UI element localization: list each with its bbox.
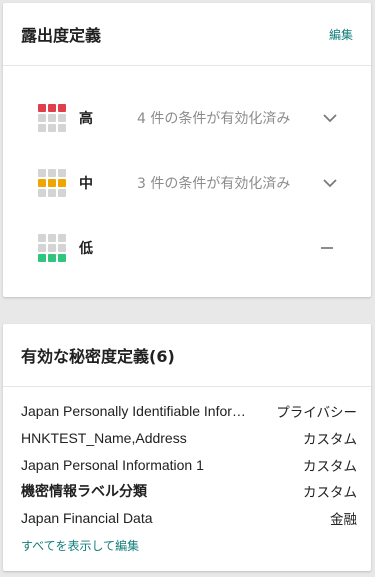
grid-cell	[58, 254, 66, 262]
list-item: Japan Financial Data 金融	[21, 505, 357, 532]
grid-cell	[38, 114, 46, 122]
list-item: Japan Personal Information 1 カスタム	[21, 451, 357, 478]
item-type: カスタム	[303, 432, 357, 449]
grid-cell	[38, 254, 46, 262]
exposure-level-medium[interactable]: 中 3 件の条件が有効化済み	[3, 163, 371, 203]
item-type: 金融	[330, 512, 357, 529]
list-item: HNKTEST_Name,Address カスタム	[21, 425, 357, 452]
exposure-level-high[interactable]: 高 4 件の条件が有効化済み	[3, 98, 371, 138]
exposure-card-title: 露出度定義	[21, 26, 102, 45]
grid-cell	[48, 169, 56, 177]
grid-cell	[38, 189, 46, 197]
grid-cell	[48, 189, 56, 197]
exposure-definition-card: 露出度定義 編集 高 4 件の条件が有効化済み 中 3 件の条件が有効化済み 低	[3, 3, 371, 297]
level-status-high: 4 件の条件が有効化済み	[137, 111, 291, 127]
medium-level-grid-icon	[38, 169, 66, 197]
high-level-grid-icon	[38, 104, 66, 132]
grid-cell	[38, 169, 46, 177]
level-label-medium: 中	[79, 176, 93, 192]
grid-cell	[38, 124, 46, 132]
item-type: カスタム	[303, 485, 357, 502]
grid-cell	[48, 254, 56, 262]
exposure-card-header: 露出度定義 編集	[3, 3, 371, 66]
exposure-level-low: 低	[3, 228, 371, 268]
chevron-down-icon[interactable]	[321, 109, 339, 127]
level-label-low: 低	[79, 241, 93, 257]
chevron-down-icon[interactable]	[321, 174, 339, 192]
grid-cell	[38, 234, 46, 242]
grid-cell	[58, 104, 66, 112]
grid-cell	[48, 244, 56, 252]
sensitivity-card-title: 有効な秘密度定義(6)	[21, 347, 175, 366]
grid-cell	[58, 169, 66, 177]
grid-cell	[38, 104, 46, 112]
item-name: Japan Personal Information 1	[21, 456, 204, 473]
item-type: プライバシー	[276, 405, 357, 422]
grid-cell	[48, 179, 56, 187]
item-name: Japan Personally Identifiable Informatio…	[21, 403, 253, 420]
list-item: Japan Personally Identifiable Informatio…	[21, 398, 357, 425]
level-label-high: 高	[79, 111, 93, 127]
item-type: カスタム	[303, 458, 357, 475]
grid-cell	[58, 189, 66, 197]
grid-cell	[58, 179, 66, 187]
sensitivity-list: Japan Personally Identifiable Informatio…	[21, 398, 357, 531]
grid-cell	[58, 234, 66, 242]
grid-cell	[38, 244, 46, 252]
item-name: 機密情報ラベル分類	[21, 483, 147, 500]
view-all-edit-link[interactable]: すべてを表示して編集	[21, 537, 139, 554]
list-item: 機密情報ラベル分類 カスタム	[21, 478, 357, 505]
level-status-medium: 3 件の条件が有効化済み	[137, 176, 291, 192]
grid-cell	[48, 104, 56, 112]
sensitivity-definition-card: 有効な秘密度定義(6) Japan Personally Identifiabl…	[3, 324, 371, 571]
minus-icon	[321, 247, 333, 249]
grid-cell	[48, 124, 56, 132]
grid-cell	[58, 114, 66, 122]
grid-cell	[48, 234, 56, 242]
sensitivity-card-header: 有効な秘密度定義(6)	[3, 324, 371, 387]
item-name: HNKTEST_Name,Address	[21, 430, 187, 447]
edit-link[interactable]: 編集	[329, 26, 353, 43]
grid-cell	[58, 124, 66, 132]
low-level-grid-icon	[38, 234, 66, 262]
grid-cell	[58, 244, 66, 252]
grid-cell	[38, 179, 46, 187]
grid-cell	[48, 114, 56, 122]
item-name: Japan Financial Data	[21, 510, 153, 527]
